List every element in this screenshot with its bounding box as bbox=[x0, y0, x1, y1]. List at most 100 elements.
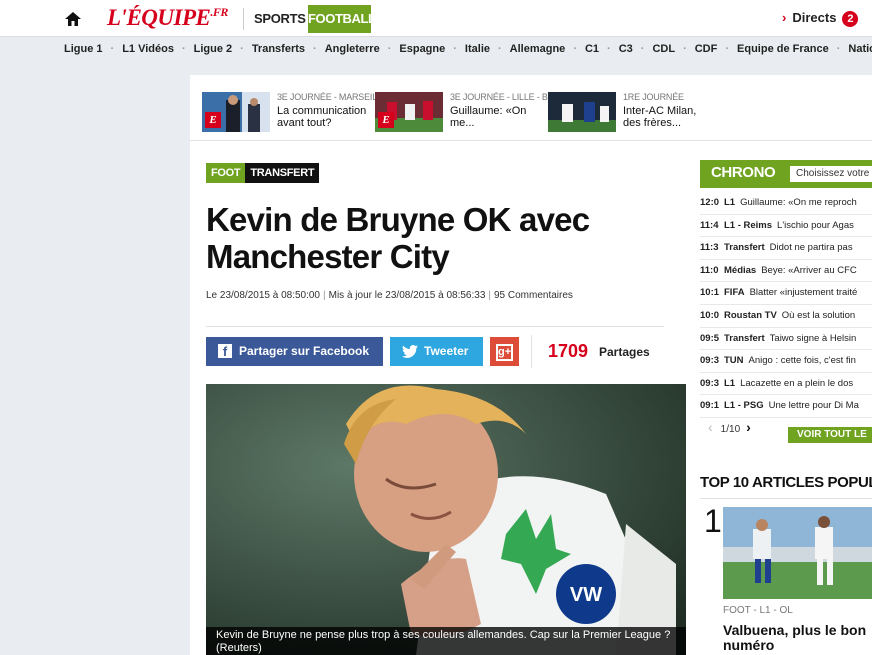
article-title: Kevin de Bruyne OK avec Manchester City bbox=[206, 201, 590, 275]
chrono-text: Anigo : cette fois, c'est fin bbox=[748, 355, 856, 367]
nav-item[interactable]: Angleterre bbox=[313, 43, 388, 55]
page-indicator: 1/10 bbox=[720, 424, 741, 435]
chrono-header: CHRONO Choisissez votre bbox=[700, 160, 872, 188]
chrono-time: 11:3 bbox=[700, 242, 719, 254]
chrono-footer: ‹ 1/10 › VOIR TOUT LE bbox=[700, 416, 872, 443]
teaser-title[interactable]: La communication avant tout? bbox=[277, 105, 367, 129]
chrono-item[interactable]: 09:3 TUN Anigo : cette fois, c'est fin bbox=[700, 350, 872, 373]
chrono-category: L1 - PSG bbox=[724, 400, 764, 412]
nav-item[interactable]: L1 Vidéos bbox=[111, 43, 182, 55]
chrono-item[interactable]: 10:1 FIFA Blatter «injustement traité bbox=[700, 282, 872, 305]
top10-article-title[interactable]: Valbuena, plus le bon numéro bbox=[723, 623, 872, 653]
chrono-category: Transfert bbox=[724, 242, 765, 254]
teaser-item[interactable]: E 3E JOURNÉE - MARSEILLE La communicatio… bbox=[190, 92, 388, 134]
chrono-category: Transfert bbox=[724, 332, 765, 344]
nav-item[interactable]: C1 bbox=[573, 43, 607, 55]
tweet-button[interactable]: Tweeter bbox=[390, 337, 483, 366]
nav-item[interactable]: Transferts bbox=[240, 43, 313, 55]
teaser-strip: E 3E JOURNÉE - MARSEILLE La communicatio… bbox=[190, 75, 872, 141]
chrono-item[interactable]: 10:0 Roustan TV Où est la solution bbox=[700, 305, 872, 328]
facebook-share-label: Partager sur Facebook bbox=[239, 344, 370, 358]
lequipe-badge-icon: E bbox=[378, 112, 394, 128]
chrono-item[interactable]: 11:4 L1 - Reims L'ischio pour Agas bbox=[700, 215, 872, 238]
chrono-time: 09:1 bbox=[700, 400, 720, 412]
tag-transfert[interactable]: TRANSFERT bbox=[245, 163, 320, 183]
chrono-time: 09:3 bbox=[700, 377, 720, 389]
nav-item[interactable]: CDF bbox=[683, 43, 725, 55]
tag-foot[interactable]: FOOT bbox=[206, 163, 246, 183]
home-icon[interactable] bbox=[60, 8, 86, 30]
nav-item[interactable]: National bbox=[837, 43, 872, 55]
chrono-category: L1 - Reims bbox=[724, 219, 773, 231]
top-bar: L'ÉQUIPE.FR SPORTS ▼ FOOTBALL ›Directs2 bbox=[0, 0, 872, 36]
chevron-left-icon[interactable]: ‹ bbox=[708, 419, 713, 435]
chrono-category: Roustan TV bbox=[724, 309, 777, 321]
chrono-list: 12:0 L1 Guillaume: «On me reproch 11:4 L1 - … bbox=[700, 192, 872, 418]
article-page: E 3E JOURNÉE - MARSEILLE La communicatio… bbox=[190, 75, 872, 655]
teaser-item[interactable]: E 3E JOURNÉE - LILLE - BOR... Guillaume:… bbox=[363, 92, 568, 134]
top10-thumbnail[interactable] bbox=[723, 507, 872, 599]
svg-text:VW: VW bbox=[570, 584, 602, 606]
shares-label: Partages bbox=[599, 345, 650, 359]
article-meta: Le 23/08/2015 à 08:50:00 | Mis à jour le 2… bbox=[206, 290, 573, 301]
chrono-category: Médias bbox=[724, 264, 757, 276]
chrono-item[interactable]: 12:0 L1 Guillaume: «On me reproch bbox=[700, 192, 872, 215]
nav-item[interactable]: CDL bbox=[641, 43, 683, 55]
google-plus-icon: g+ bbox=[496, 344, 513, 362]
see-all-button[interactable]: VOIR TOUT LE bbox=[788, 427, 872, 443]
chevron-right-icon: › bbox=[782, 10, 787, 25]
chrono-text: Blatter «injustement traité bbox=[749, 287, 858, 299]
chrono-filter-select[interactable]: Choisissez votre bbox=[790, 166, 872, 182]
teaser-title[interactable]: Inter-AC Milan, des frères... bbox=[623, 105, 713, 129]
directs-link[interactable]: › Directs 2 bbox=[782, 10, 859, 27]
divider bbox=[700, 498, 872, 499]
comments-link[interactable]: 95 Commentaires bbox=[494, 290, 573, 301]
tweet-label: Tweeter bbox=[424, 344, 469, 358]
article-photo[interactable]: VW Kevin de Bruyne ne pense plus trop à … bbox=[206, 384, 686, 655]
chrono-text: Où est la solution bbox=[781, 309, 856, 321]
chrono-item[interactable]: 11:0 Médias Beye: «Arriver au CFC bbox=[700, 260, 872, 283]
directs-count-badge: 2 bbox=[842, 11, 859, 27]
google-plus-button[interactable]: g+ bbox=[490, 337, 519, 366]
facebook-icon: f bbox=[218, 344, 232, 359]
photo-caption: Kevin de Bruyne ne pense plus trop à ses… bbox=[206, 627, 686, 655]
lequipe-badge-icon: E bbox=[205, 112, 221, 128]
chevron-right-icon[interactable]: › bbox=[746, 419, 751, 435]
chrono-category: L1 bbox=[724, 377, 736, 389]
football-section-tab[interactable]: FOOTBALL bbox=[308, 5, 376, 33]
chrono-text: Didot ne partira pas bbox=[769, 242, 853, 254]
teaser-thumbnail: E bbox=[202, 92, 270, 132]
nav-item[interactable]: Equipe de France bbox=[725, 43, 836, 55]
shares-count: 1709 bbox=[548, 341, 589, 361]
chrono-time: 10:1 bbox=[700, 287, 720, 299]
lequipe-logo[interactable]: L'ÉQUIPE.FR bbox=[107, 5, 228, 31]
teaser-kicker: 1RE JOURNÉE bbox=[623, 92, 684, 102]
nav-item[interactable]: Italie bbox=[453, 43, 498, 55]
chrono-title: CHRONO bbox=[711, 164, 776, 181]
chrono-text: Taiwo signe à Helsin bbox=[769, 332, 857, 344]
nav-item[interactable]: C3 bbox=[607, 43, 641, 55]
facebook-share-button[interactable]: f Partager sur Facebook bbox=[206, 337, 383, 366]
competition-nav: Ligue 1L1 VidéosLigue 2TransfertsAnglete… bbox=[0, 36, 872, 63]
nav-item[interactable]: Espagne bbox=[388, 43, 454, 55]
nav-item[interactable]: Ligue 2 bbox=[182, 43, 240, 55]
chrono-category: L1 bbox=[724, 197, 736, 208]
chrono-item[interactable]: 09:3 L1 Lacazette en a plein le dos bbox=[700, 373, 872, 396]
chrono-item[interactable]: 09:5 Transfert Taiwo signe à Helsin bbox=[700, 328, 872, 351]
chrono-text: Beye: «Arriver au CFC bbox=[761, 264, 857, 276]
nav-item[interactable]: Ligue 1 bbox=[64, 43, 111, 55]
nav-item[interactable]: Allemagne bbox=[498, 43, 573, 55]
chrono-pager: ‹ 1/10 › bbox=[708, 419, 751, 435]
twitter-bird-icon bbox=[402, 337, 418, 366]
chrono-time: 11:4 bbox=[700, 219, 719, 231]
chrono-text: Lacazette en a plein le dos bbox=[740, 377, 854, 389]
teaser-title[interactable]: Guillaume: «On me... bbox=[450, 105, 540, 129]
chrono-text: Une lettre pour Di Ma bbox=[768, 400, 859, 412]
divider bbox=[531, 335, 532, 368]
chrono-text: L'ischio pour Agas bbox=[777, 219, 854, 231]
published-date: Le 23/08/2015 à 08:50:00 bbox=[206, 290, 320, 301]
teaser-item[interactable]: 1RE JOURNÉE Inter-AC Milan, des frères..… bbox=[536, 92, 704, 134]
chrono-time: 09:3 bbox=[700, 355, 720, 367]
chrono-item[interactable]: 09:1 L1 - PSG Une lettre pour Di Ma bbox=[700, 395, 872, 418]
chrono-item[interactable]: 11:3 Transfert Didot ne partira pas bbox=[700, 237, 872, 260]
